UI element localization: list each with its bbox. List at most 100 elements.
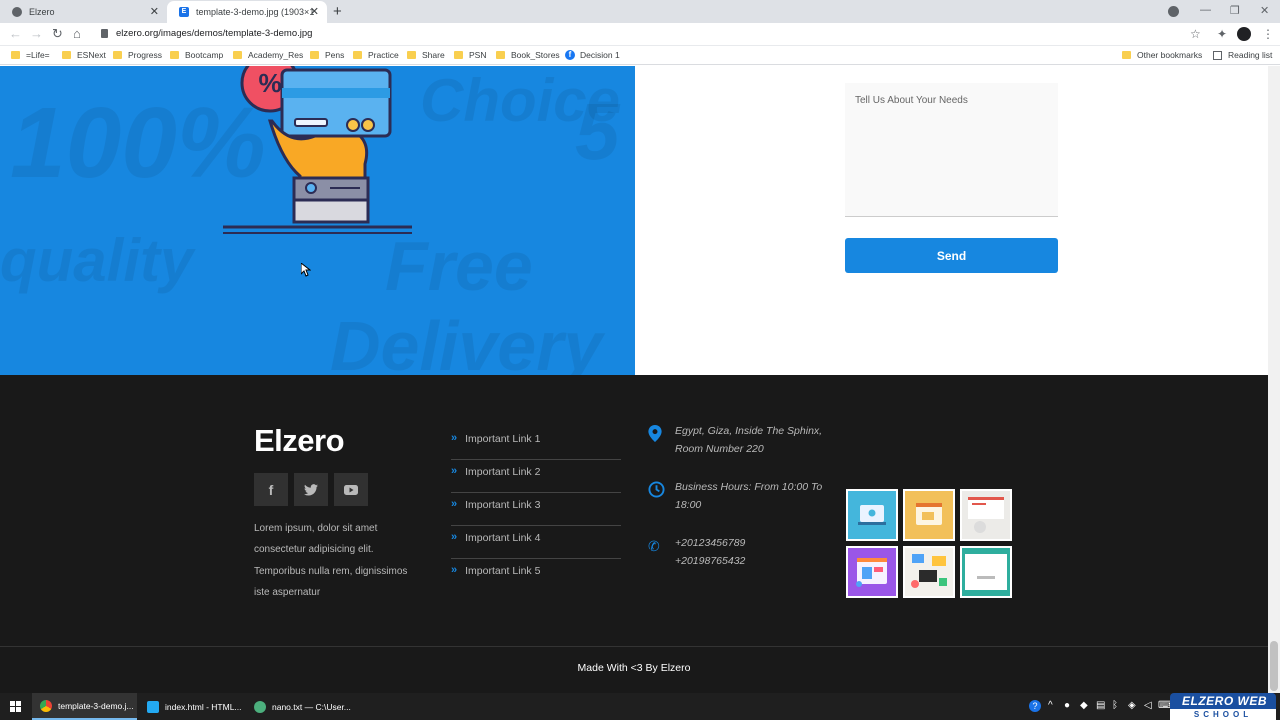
taskbar-item-vscode[interactable]: index.html - HTML...	[139, 693, 244, 720]
svg-text:%: %	[258, 68, 281, 98]
mouse-cursor-icon	[301, 263, 311, 277]
bookmark-decision[interactable]: f Decision 1	[565, 50, 620, 60]
bookmark-life[interactable]: =Life=	[11, 50, 50, 60]
bluetooth-icon[interactable]: ᛒ	[1112, 700, 1118, 711]
bookmark-pens[interactable]: Pens	[310, 50, 344, 60]
bg-word-quality: quality	[0, 227, 194, 294]
location-pin-icon	[648, 425, 662, 442]
microphone-icon[interactable]: ●	[1064, 700, 1070, 711]
reading-list[interactable]: Reading list	[1213, 50, 1272, 60]
phone-icon: ✆	[648, 538, 660, 554]
bookmarks-bar: =Life= ESNext Progress Bootcamp Academy_…	[0, 46, 1280, 65]
footer-logo: Elzero	[254, 423, 345, 458]
folder-icon	[454, 51, 463, 59]
minimize-button[interactable]: —	[1200, 4, 1211, 16]
contact-address: Egypt, Giza, Inside The Sphinx, Room Num…	[648, 422, 828, 462]
youtube-button[interactable]	[334, 473, 368, 506]
contact-illustration-panel: 100% quality Free Delivery Choice 5 %	[0, 66, 635, 375]
volume-icon[interactable]: ◁	[1144, 700, 1152, 711]
tab-elzero[interactable]: Elzero ✕	[0, 1, 167, 23]
gallery-image-4[interactable]	[846, 546, 898, 598]
page-scrollbar[interactable]	[1268, 66, 1280, 693]
folder-icon	[113, 51, 122, 59]
elzero-web-school-logo: ELZERO WEB SCHOOL	[1170, 693, 1276, 720]
scrollbar-thumb[interactable]	[1270, 641, 1278, 691]
close-window-button[interactable]: ✕	[1260, 4, 1269, 17]
tab-template-demo[interactable]: E template-3-demo.jpg (1903×14… ✕	[167, 1, 327, 23]
footer-link-4[interactable]: » Important Link 4	[451, 526, 621, 559]
other-bookmarks[interactable]: Other bookmarks	[1122, 50, 1202, 60]
folder-icon	[353, 51, 362, 59]
bg-word-delivery: Delivery	[330, 307, 603, 375]
gallery-image-1[interactable]	[846, 489, 898, 541]
footer-link-5[interactable]: » Important Link 5	[451, 559, 621, 592]
folder-icon	[233, 51, 242, 59]
page-viewport: 100% quality Free Delivery Choice 5 % Se…	[0, 66, 1280, 693]
extensions-icon[interactable]: ✦	[1217, 27, 1227, 41]
restore-button[interactable]: ❐	[1230, 4, 1240, 17]
tab-search-icon[interactable]	[1168, 6, 1179, 17]
bookmark-bootcamp[interactable]: Bootcamp	[170, 50, 223, 60]
lock-icon	[101, 29, 108, 38]
facebook-button[interactable]: f	[254, 473, 288, 506]
home-icon[interactable]: ⌂	[73, 26, 81, 41]
copyright-bar: Made With <3 By Elzero	[0, 646, 1268, 693]
bookmark-academy-res[interactable]: Academy_Res	[233, 50, 303, 60]
menu-icon[interactable]: ⋮	[1262, 27, 1274, 41]
footer-link-2[interactable]: » Important Link 2	[451, 460, 621, 493]
bookmark-book-stores[interactable]: Book_Stores	[496, 50, 560, 60]
reload-icon[interactable]: ↻	[52, 26, 63, 42]
taskbar-item-chrome[interactable]: template-3-demo.j...	[32, 693, 137, 720]
contact-hours: Business Hours: From 10:00 To 18:00	[648, 478, 828, 518]
close-tab-icon[interactable]: ✕	[310, 5, 319, 18]
folder-icon	[496, 51, 505, 59]
gallery-image-6[interactable]: WEB DESIGN	[960, 546, 1012, 598]
start-windows-icon[interactable]	[10, 701, 21, 712]
folder-icon	[407, 51, 416, 59]
notepad-icon	[254, 700, 266, 713]
footer-link-1[interactable]: » Important Link 1	[451, 427, 621, 460]
bookmark-psn[interactable]: PSN	[454, 50, 486, 60]
folder-icon	[62, 51, 71, 59]
contact-phones: ✆ +20123456789 +20198765432	[648, 537, 746, 567]
twitter-button[interactable]	[294, 473, 328, 506]
close-tab-icon[interactable]: ✕	[150, 5, 159, 18]
bg-word-five: 5	[575, 87, 620, 176]
new-tab-button[interactable]: +	[333, 3, 342, 20]
bookmark-practice[interactable]: Practice	[353, 50, 399, 60]
payment-card-illustration: %	[223, 66, 412, 234]
youtube-icon	[344, 484, 358, 495]
forward-icon[interactable]: →	[30, 26, 43, 41]
taskbar-item-notepad[interactable]: nano.txt — C:\User...	[246, 693, 356, 720]
facebook-icon: f	[268, 481, 274, 498]
bookmark-esnext[interactable]: ESNext	[62, 50, 106, 60]
folder-icon	[1122, 51, 1131, 59]
gallery-image-2[interactable]	[903, 489, 955, 541]
shield-tray-icon[interactable]: ◆	[1080, 700, 1088, 711]
globe-icon	[12, 7, 22, 17]
needs-textarea[interactable]	[845, 83, 1058, 217]
bookmark-share[interactable]: Share	[407, 50, 445, 60]
twitter-icon	[304, 483, 318, 495]
back-icon[interactable]: ←	[9, 26, 22, 41]
browser-toolbar: ← → ↻ ⌂ elzero.org/images/demos/template…	[0, 23, 1280, 46]
tray-chevron-icon[interactable]: ^	[1048, 700, 1053, 711]
profile-avatar[interactable]	[1237, 27, 1251, 41]
gallery-image-5[interactable]	[903, 546, 955, 598]
gallery-image-3[interactable]	[960, 489, 1012, 541]
footer-link-3[interactable]: » Important Link 3	[451, 493, 621, 526]
network-icon[interactable]: ▤	[1096, 700, 1105, 711]
double-chevron-icon: »	[451, 432, 458, 444]
folder-icon	[170, 51, 179, 59]
help-icon[interactable]: ?	[1029, 700, 1041, 712]
bookmark-progress[interactable]: Progress	[113, 50, 162, 60]
contact-form: Send	[635, 66, 1268, 375]
footer: Elzero f Lorem ipsum, dolor sit amet con…	[0, 375, 1268, 693]
dropbox-icon[interactable]: ◈	[1128, 700, 1136, 711]
chrome-icon	[40, 699, 52, 712]
footer-description: Lorem ipsum, dolor sit amet consectetur …	[254, 523, 408, 598]
address-bar[interactable]: elzero.org/images/demos/template-3-demo.…	[116, 28, 312, 39]
facebook-icon: f	[565, 50, 575, 60]
send-button[interactable]: Send	[845, 238, 1058, 273]
bookmark-star-icon[interactable]: ☆	[1190, 27, 1201, 41]
